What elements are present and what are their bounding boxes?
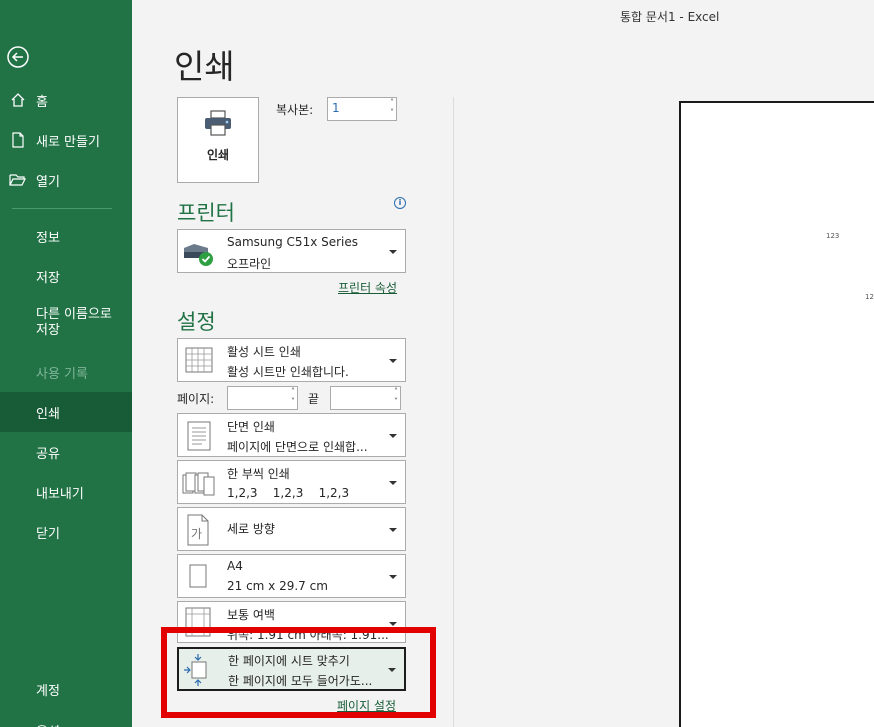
nav-export-label: 내보내기 [36, 486, 84, 502]
print-button-label: 인쇄 [206, 148, 230, 162]
caret-down-icon [389, 250, 397, 254]
paper-size-desc: 21 cm x 29.7 cm [227, 579, 328, 593]
print-what-desc: 활성 시트만 인쇄합니다. [227, 365, 349, 379]
one-sided-page-icon [182, 420, 214, 456]
panel-divider [453, 97, 454, 727]
print-button[interactable]: 인쇄 [177, 97, 259, 183]
print-what-title: 활성 시트 인쇄 [227, 345, 301, 359]
paper-size-dropdown[interactable]: A4 21 cm x 29.7 cm [177, 554, 406, 598]
nav-close-label: 닫기 [36, 526, 60, 542]
pages-from-input[interactable]: ˄ ˅ [227, 386, 298, 410]
back-arrow-icon[interactable] [6, 45, 30, 69]
sidebar-divider [12, 208, 112, 209]
nav-save-as[interactable]: 다른 이름으로 저장 [0, 300, 132, 348]
pages-to-label: 끝 [308, 392, 320, 406]
chevron-down-icon[interactable]: ˅ [394, 397, 398, 407]
nav-new[interactable]: 새로 만들기 [0, 120, 132, 160]
nav-export[interactable]: 내보내기 [0, 472, 132, 512]
nav-info[interactable]: 정보 [0, 216, 132, 256]
collate-title: 한 부씩 인쇄 [227, 467, 290, 481]
sides-title: 단면 인쇄 [227, 420, 275, 434]
print-preview-page: 123 12 [679, 101, 874, 727]
nav-save-label: 저장 [36, 270, 60, 286]
home-icon [8, 90, 28, 110]
portrait-orientation-icon: 가 [182, 513, 212, 551]
window-title: 통합 문서1 - Excel [620, 10, 720, 24]
svg-text:가: 가 [191, 527, 202, 541]
copies-value: 1 [332, 101, 340, 115]
margins-title: 보통 여백 [227, 608, 275, 622]
highlight-box [161, 627, 436, 718]
nav-share[interactable]: 공유 [0, 432, 132, 472]
caret-down-icon [389, 575, 397, 579]
print-what-dropdown[interactable]: 활성 시트 인쇄 활성 시트만 인쇄합니다. [177, 338, 406, 382]
paper-size-icon [182, 563, 212, 595]
orientation-dropdown[interactable]: 가 세로 방향 [177, 507, 406, 551]
nav-open-label: 열기 [36, 174, 60, 190]
printer-dropdown[interactable]: Samsung C51x Series 오프라인 [177, 229, 406, 273]
nav-history-label: 사용 기록 [36, 366, 88, 382]
preview-cell-value: 123 [826, 232, 840, 240]
printer-properties-link[interactable]: 프린터 속성 [338, 279, 397, 296]
page-title: 인쇄 [174, 47, 235, 86]
caret-down-icon [389, 434, 397, 438]
nav-history: 사용 기록 [0, 352, 132, 392]
backstage-sidebar: 홈 새로 만들기 열기 정보 저장 다른 이름으로 저장 사용 기록 인쇄 공유… [0, 0, 132, 727]
caret-down-icon [389, 528, 397, 532]
settings-section-title: 설정 [177, 310, 216, 334]
caret-down-icon [389, 622, 397, 626]
nav-save[interactable]: 저장 [0, 256, 132, 296]
copies-spinner-arrows[interactable]: ˄ ˅ [390, 98, 394, 118]
nav-print-label: 인쇄 [36, 406, 60, 422]
nav-print[interactable]: 인쇄 [0, 392, 132, 432]
printer-status: 오프라인 [227, 257, 272, 271]
sheet-grid-icon [182, 346, 214, 378]
caret-down-icon [389, 359, 397, 363]
nav-account[interactable]: 계정 [0, 669, 132, 709]
paper-size-title: A4 [227, 559, 243, 573]
copies-label: 복사본: [276, 103, 314, 117]
nav-info-label: 정보 [36, 230, 60, 246]
pages-to-spinner[interactable]: ˄ ˅ [394, 387, 398, 407]
preview-cell-value-2: 12 [865, 293, 874, 301]
collated-pages-icon [182, 471, 216, 501]
printer-name: Samsung C51x Series [227, 235, 359, 249]
nav-new-label: 새로 만들기 [36, 134, 100, 150]
chevron-down-icon[interactable]: ˅ [390, 108, 394, 118]
collate-desc: 1,2,3 1,2,3 1,2,3 [227, 486, 350, 500]
caret-down-icon [389, 481, 397, 485]
nav-account-label: 계정 [36, 683, 60, 699]
chevron-up-icon[interactable]: ˄ [394, 387, 398, 397]
pages-to-input[interactable]: ˄ ˅ [330, 386, 401, 410]
info-icon[interactable]: i [394, 197, 406, 209]
sides-dropdown[interactable]: 단면 인쇄 페이지에 단면으로 인쇄합... [177, 413, 406, 457]
orientation-title: 세로 방향 [227, 522, 275, 536]
copies-stepper[interactable]: 1 ˄ ˅ [327, 97, 397, 121]
printer-ready-icon [182, 242, 216, 272]
pages-label: 페이지: [177, 392, 215, 406]
sides-desc: 페이지에 단면으로 인쇄합... [227, 440, 368, 454]
nav-options-label: 옵션 [36, 721, 60, 727]
nav-open[interactable]: 열기 [0, 160, 132, 200]
chevron-down-icon[interactable]: ˅ [291, 397, 295, 407]
nav-save-as-label: 다른 이름으로 저장 [36, 307, 112, 338]
chevron-up-icon[interactable]: ˄ [390, 98, 394, 108]
printer-icon [203, 110, 233, 140]
chevron-up-icon[interactable]: ˄ [291, 387, 295, 397]
open-folder-icon [8, 170, 28, 190]
nav-share-label: 공유 [36, 446, 60, 462]
nav-options[interactable]: 옵션 [0, 709, 132, 727]
collate-dropdown[interactable]: 한 부씩 인쇄 1,2,3 1,2,3 1,2,3 [177, 460, 406, 504]
nav-close[interactable]: 닫기 [0, 512, 132, 552]
printer-section-title: 프린터 [177, 201, 235, 225]
pages-from-spinner[interactable]: ˄ ˅ [291, 387, 295, 407]
new-file-icon [8, 130, 28, 150]
nav-home[interactable]: 홈 [0, 80, 132, 120]
nav-home-label: 홈 [36, 94, 48, 110]
